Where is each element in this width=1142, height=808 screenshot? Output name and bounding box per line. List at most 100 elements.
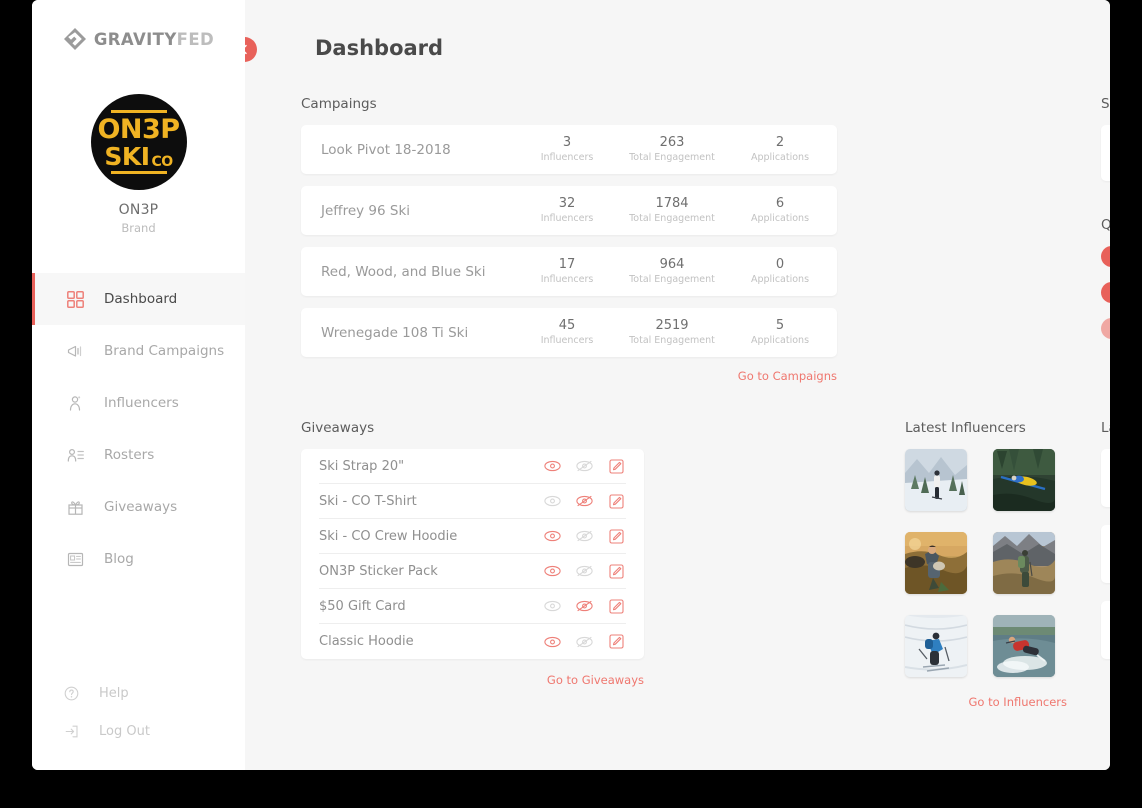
sidebar-item-giveaways[interactable]: Giveaways	[32, 481, 245, 533]
stat-value: 32	[558, 195, 576, 211]
campaign-stat-influencers: 32 Influencers	[521, 195, 613, 225]
campaign-row[interactable]: Jeffrey 96 Ski 32 Influencers 1784 Total…	[301, 186, 837, 235]
eye-off-icon[interactable]	[575, 632, 594, 651]
person-icon	[69, 395, 81, 411]
sidebar-item-logout[interactable]: Log Out	[32, 712, 245, 750]
giveaway-row[interactable]: Ski Strap 20"	[319, 449, 626, 484]
avatar-line-2-sup: CO	[151, 154, 174, 170]
sidebar-item-rosters[interactable]: Rosters	[32, 429, 245, 481]
eye-off-icon[interactable]	[575, 597, 594, 616]
campaign-row[interactable]: Look Pivot 18-2018 3 Influencers 263 Tot…	[301, 125, 837, 174]
stat-value: 2519	[655, 317, 689, 333]
campaign-stat-engagement: 2519 Total Engagement	[613, 317, 731, 347]
avatar-line-2: SKI CO	[104, 142, 174, 171]
avatar-line-2-main: SKI	[104, 142, 150, 171]
sidebar-item-blog[interactable]: Blog	[32, 533, 245, 585]
person-list-icon	[67, 448, 84, 462]
influencer-thumbnail-skier-in-snowy-forest[interactable]	[905, 449, 967, 511]
campaign-row[interactable]: Red, Wood, and Blue Ski 17 Influencers 9…	[301, 247, 837, 296]
influencer-thumbnail-hiker-at-sunset[interactable]	[905, 532, 967, 594]
latest-news-title: Latest News in GravityFed	[1101, 420, 1110, 436]
stat-label: Applications	[750, 212, 810, 224]
sidebar-item-dashboard[interactable]: Dashboard	[32, 273, 245, 325]
campaign-stat-engagement: 263 Total Engagement	[613, 135, 731, 164]
giveaways-section: Giveaways Ski Strap 20" Ski - CO T-Shirt…	[301, 420, 644, 687]
giveaway-row[interactable]: Ski - CO T-Shirt	[319, 484, 626, 519]
question-circle-icon	[64, 686, 79, 700]
influencer-thumbnail-backpacker-on-mountain-trail[interactable]	[993, 532, 1055, 594]
sidebar-item-label: Brand Campaigns	[104, 343, 225, 359]
sidebar-item-brand-campaigns[interactable]: Brand Campaigns	[32, 325, 245, 377]
sidebar-item-label: Rosters	[104, 447, 155, 463]
logout-icon	[65, 725, 78, 737]
sidebar-collapse-button[interactable]	[245, 37, 257, 62]
edit-square-icon[interactable]	[607, 492, 626, 511]
giveaway-name: Ski - CO T-Shirt	[319, 493, 417, 509]
influencer-thumbnail-water-skier[interactable]	[993, 615, 1055, 677]
stat-value: 3	[562, 134, 572, 150]
go-to-blog-link[interactable]: Go to Blog	[1101, 677, 1110, 691]
eye-icon[interactable]	[543, 562, 562, 581]
edit-square-icon[interactable]	[607, 527, 626, 546]
eye-icon[interactable]	[543, 492, 562, 511]
stat-value: 45	[558, 317, 576, 333]
eye-off-icon[interactable]	[575, 457, 594, 476]
edit-square-icon[interactable]	[607, 457, 626, 476]
eye-icon[interactable]	[543, 527, 562, 546]
sidebar-item-label: Influencers	[104, 395, 179, 411]
gift-icon	[68, 500, 83, 515]
eye-icon[interactable]	[543, 597, 562, 616]
right-column: Subscription Plan Black Diamond $2,999 p…	[1101, 96, 1110, 354]
sidebar-footer-label: Log Out	[99, 723, 150, 739]
edit-square-icon[interactable]	[607, 597, 626, 616]
latest-influencers-title: Latest Influencers	[905, 420, 1026, 436]
sidebar-item-help[interactable]: Help	[32, 674, 245, 712]
latest-news-section: Latest News in GravityFed Join us at the…	[1101, 420, 1110, 691]
sidebar-nav: Dashboard Brand Campaigns Influencers Ro…	[32, 273, 245, 585]
campaign-stat-influencers: 45 Influencers	[521, 317, 613, 347]
eye-icon[interactable]	[543, 457, 562, 476]
campaign-row[interactable]: Wrenegade 108 Ti Ski 45 Influencers 2519…	[301, 308, 837, 357]
news-item[interactable]: Join us at the Outdoor! Posted on Septem…	[1101, 449, 1110, 507]
edit-square-icon[interactable]	[607, 632, 626, 651]
eye-icon[interactable]	[543, 632, 562, 651]
giveaway-row[interactable]: ON3P Sticker Pack	[319, 554, 626, 589]
megaphone-icon	[67, 345, 82, 357]
news-item[interactable]: Bouldering in South Africa Posted on Jun…	[1101, 525, 1110, 583]
giveaway-row[interactable]: Ski - CO Crew Hoodie	[319, 519, 626, 554]
eye-off-icon[interactable]	[575, 527, 594, 546]
giveaway-row[interactable]: Classic Hoodie	[319, 624, 626, 659]
grid-icon	[67, 290, 84, 308]
eye-off-icon[interactable]	[575, 562, 594, 581]
giveaways-title: Giveaways	[301, 420, 375, 436]
sidebar-footer: Help Log Out	[32, 674, 245, 770]
go-to-giveaways-link[interactable]: Go to Giveaways	[301, 673, 644, 687]
logo-wordmark-gravity: GRAVITY	[93, 29, 177, 49]
stat-label: Applications	[750, 273, 810, 285]
purchase-campaign-button[interactable]: Purchase Campaign	[1101, 318, 1110, 339]
eye-off-icon[interactable]	[575, 492, 594, 511]
edit-square-icon[interactable]	[607, 562, 626, 581]
influencer-thumbnail-kayaker-in-river[interactable]	[993, 449, 1055, 511]
stat-label: Influencers	[540, 334, 594, 346]
latest-influencers-section: Latest Influencers Go to Influencers	[905, 420, 1067, 709]
stat-value: 0	[775, 256, 785, 272]
create-giveaway-button[interactable]: Create Giveaway	[1101, 282, 1110, 303]
app-logo[interactable]: GRAVITYFED	[32, 0, 245, 72]
campaign-stat-applications: 6 Applications	[731, 196, 829, 225]
logo-wordmark-fed: FED	[176, 29, 215, 49]
giveaway-name: $50 Gift Card	[319, 598, 406, 614]
campaign-stat-applications: 5 Applications	[731, 318, 829, 347]
create-campaign-button[interactable]: Create Campaign	[1101, 246, 1110, 267]
news-item[interactable]: Let's go hitchhiking! Posted on May 19, …	[1101, 601, 1110, 659]
campaign-stat-influencers: 3 Influencers	[521, 134, 613, 164]
giveaway-row[interactable]: $50 Gift Card	[319, 589, 626, 624]
influencer-thumbnail-skier-descending-slope[interactable]	[905, 615, 967, 677]
brand-avatar[interactable]: ON3P SKI CO	[90, 94, 187, 190]
sidebar-item-influencers[interactable]: Influencers	[32, 377, 245, 429]
subscription-plan-card[interactable]: Black Diamond $2,999 per month.	[1101, 125, 1110, 181]
campaign-stat-influencers: 17 Influencers	[521, 257, 613, 286]
article-icon	[67, 552, 84, 566]
go-to-influencers-link[interactable]: Go to Influencers	[905, 695, 1068, 709]
go-to-campaigns-link[interactable]: Go to Campaigns	[301, 369, 837, 383]
